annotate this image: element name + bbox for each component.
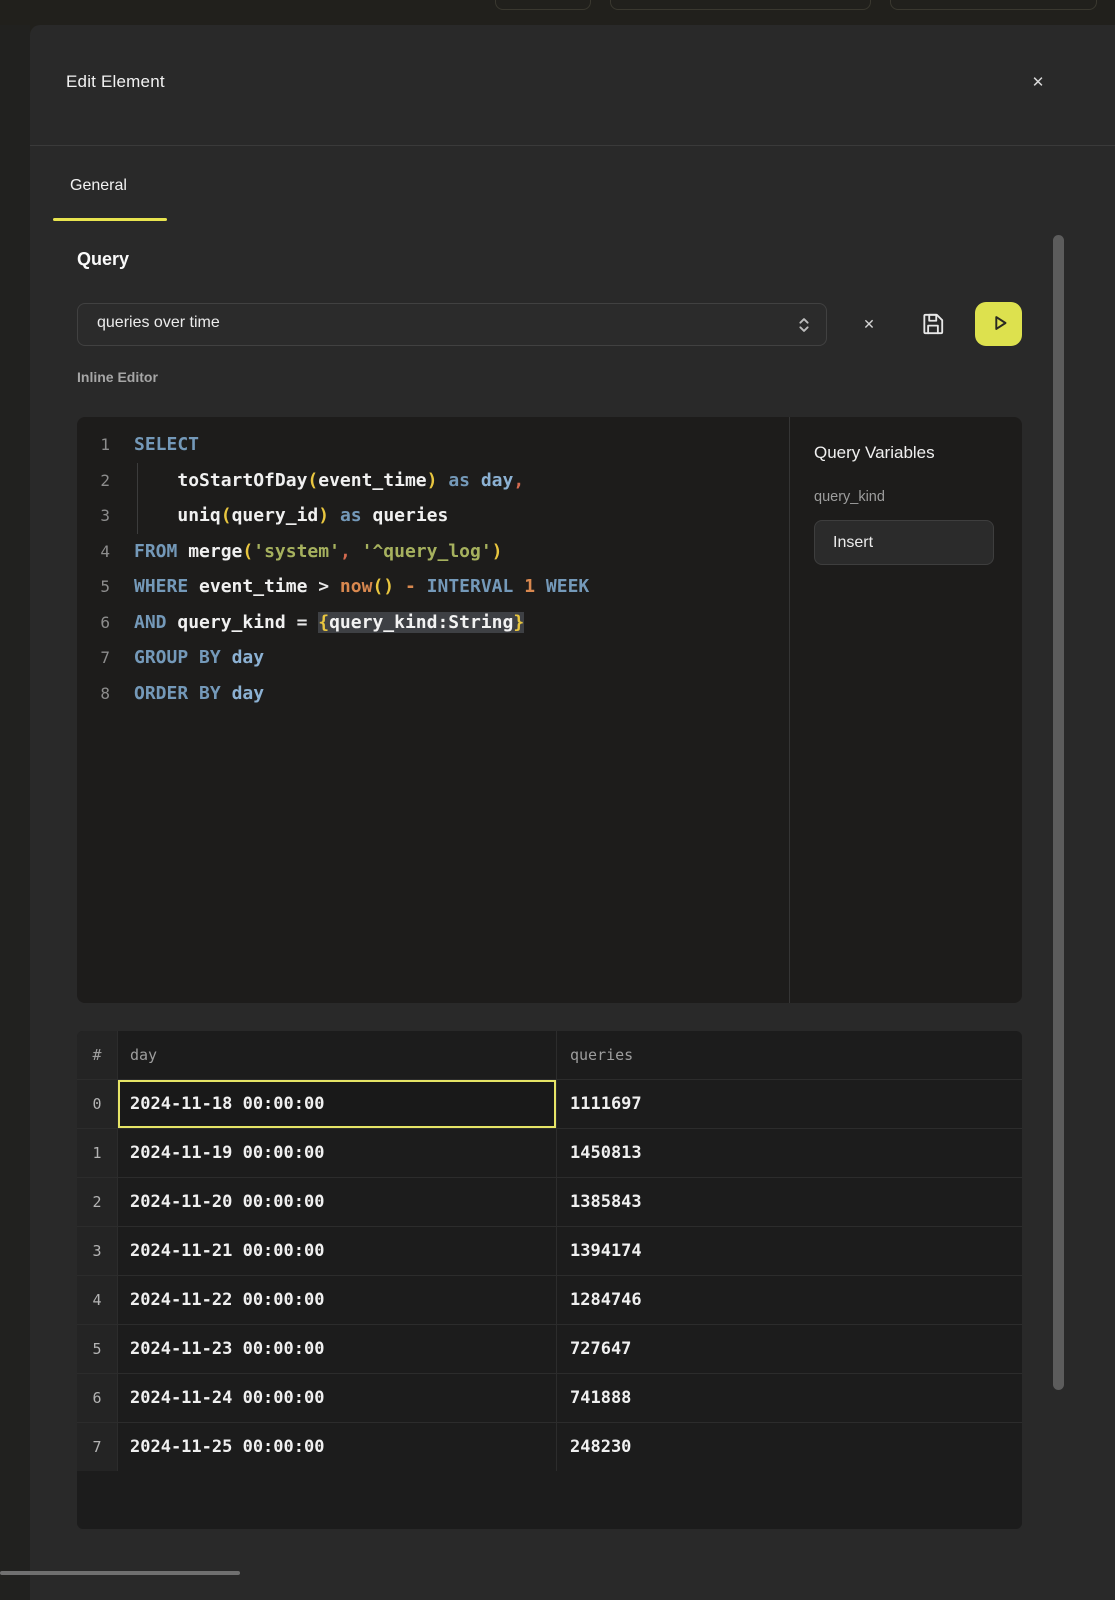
line-number: 5	[77, 569, 110, 605]
code-line[interactable]: 7GROUP BY day	[77, 640, 789, 676]
day-cell[interactable]: 2024-11-25 00:00:00	[118, 1423, 557, 1471]
query-variables-panel: Query Variables query_kind Insert	[789, 417, 1022, 1003]
tab-general[interactable]: General	[70, 177, 127, 195]
queries-cell[interactable]: 1385843	[557, 1178, 1022, 1226]
queries-cell[interactable]: 1284746	[557, 1276, 1022, 1324]
query-variables-title: Query Variables	[814, 443, 998, 463]
table-row: 22024-11-20 00:00:001385843	[77, 1177, 1022, 1226]
queries-cell[interactable]: 741888	[557, 1374, 1022, 1422]
line-number: 7	[77, 640, 110, 676]
day-cell[interactable]: 2024-11-23 00:00:00	[118, 1325, 557, 1373]
table-row: 42024-11-22 00:00:001284746	[77, 1275, 1022, 1324]
table-body: 02024-11-18 00:00:00111169712024-11-19 0…	[77, 1079, 1022, 1471]
table-row: 12024-11-19 00:00:001450813	[77, 1128, 1022, 1177]
save-icon[interactable]	[920, 311, 946, 337]
line-number: 1	[77, 427, 110, 463]
row-index-cell[interactable]: 3	[77, 1227, 118, 1275]
chevron-up-down-icon	[793, 314, 815, 341]
edit-element-dialog: Edit Element ✕ General Query queries ove…	[30, 25, 1115, 1600]
inline-editor-label: Inline Editor	[77, 369, 158, 385]
table-row: 62024-11-24 00:00:00741888	[77, 1373, 1022, 1422]
row-index-cell[interactable]: 0	[77, 1080, 118, 1128]
code-lines: 1SELECT2 toStartOfDay(event_time) as day…	[77, 427, 789, 711]
line-number: 8	[77, 676, 110, 712]
code-line[interactable]: 4FROM merge('system', '^query_log')	[77, 534, 789, 570]
row-index-cell[interactable]: 4	[77, 1276, 118, 1324]
table-header: # day queries	[77, 1031, 1022, 1079]
query-select[interactable]: queries over time	[77, 303, 827, 346]
topbar-control-fragment	[610, 0, 871, 10]
table-row: 32024-11-21 00:00:001394174	[77, 1226, 1022, 1275]
row-index-cell[interactable]: 6	[77, 1374, 118, 1422]
code-line[interactable]: 8ORDER BY day	[77, 676, 789, 712]
table-row: 72024-11-25 00:00:00248230	[77, 1422, 1022, 1471]
clear-query-icon[interactable]: ✕	[858, 313, 880, 335]
line-number: 3	[77, 498, 110, 534]
run-query-button[interactable]	[975, 302, 1022, 346]
close-icon[interactable]: ✕	[1026, 71, 1050, 95]
column-header-queries: queries	[557, 1031, 1022, 1079]
code-line[interactable]: 2 toStartOfDay(event_time) as day,	[77, 463, 789, 499]
topbar-control-fragment	[890, 0, 1097, 10]
vertical-scrollbar-thumb[interactable]	[1053, 235, 1064, 1390]
day-cell[interactable]: 2024-11-24 00:00:00	[118, 1374, 557, 1422]
day-cell-selected[interactable]: 2024-11-18 00:00:00	[118, 1080, 557, 1128]
queries-cell[interactable]: 727647	[557, 1325, 1022, 1373]
table-row: 52024-11-23 00:00:00727647	[77, 1324, 1022, 1373]
line-number: 4	[77, 534, 110, 570]
topbar-control-fragment	[495, 0, 591, 10]
dialog-title: Edit Element	[66, 72, 165, 92]
code-line[interactable]: 5WHERE event_time > now() - INTERVAL 1 W…	[77, 569, 789, 605]
row-index-cell[interactable]: 7	[77, 1423, 118, 1471]
column-header-day: day	[118, 1031, 557, 1079]
queries-cell[interactable]: 248230	[557, 1423, 1022, 1471]
topbar	[0, 0, 1115, 25]
line-number: 2	[77, 463, 110, 499]
queries-cell[interactable]: 1111697	[557, 1080, 1022, 1128]
results-table: # day queries 02024-11-18 00:00:00111169…	[77, 1031, 1022, 1529]
code-line[interactable]: 1SELECT	[77, 427, 789, 463]
page-backdrop	[0, 25, 30, 1600]
play-icon	[986, 310, 1012, 339]
day-cell[interactable]: 2024-11-19 00:00:00	[118, 1129, 557, 1177]
queries-cell[interactable]: 1394174	[557, 1227, 1022, 1275]
row-index-cell[interactable]: 1	[77, 1129, 118, 1177]
query-variable-name: query_kind	[814, 489, 998, 505]
code-line[interactable]: 6AND query_kind = {query_kind:String}	[77, 605, 789, 641]
query-select-value: queries over time	[97, 314, 220, 332]
day-cell[interactable]: 2024-11-20 00:00:00	[118, 1178, 557, 1226]
sql-editor: 1SELECT2 toStartOfDay(event_time) as day…	[77, 417, 1022, 1003]
column-header-index: #	[77, 1031, 118, 1079]
indent-guide	[137, 463, 138, 534]
table-row: 02024-11-18 00:00:001111697	[77, 1079, 1022, 1128]
code-line[interactable]: 3 uniq(query_id) as queries	[77, 498, 789, 534]
day-cell[interactable]: 2024-11-22 00:00:00	[118, 1276, 557, 1324]
insert-variable-button[interactable]: Insert	[814, 520, 994, 565]
queries-cell[interactable]: 1450813	[557, 1129, 1022, 1177]
header-divider	[30, 145, 1115, 146]
horizontal-scrollbar-thumb[interactable]	[0, 1571, 240, 1575]
line-number: 6	[77, 605, 110, 641]
active-tab-underline	[53, 218, 167, 221]
day-cell[interactable]: 2024-11-21 00:00:00	[118, 1227, 557, 1275]
code-area[interactable]: 1SELECT2 toStartOfDay(event_time) as day…	[77, 417, 789, 1003]
query-section-heading: Query	[77, 249, 129, 270]
row-index-cell[interactable]: 5	[77, 1325, 118, 1373]
row-index-cell[interactable]: 2	[77, 1178, 118, 1226]
